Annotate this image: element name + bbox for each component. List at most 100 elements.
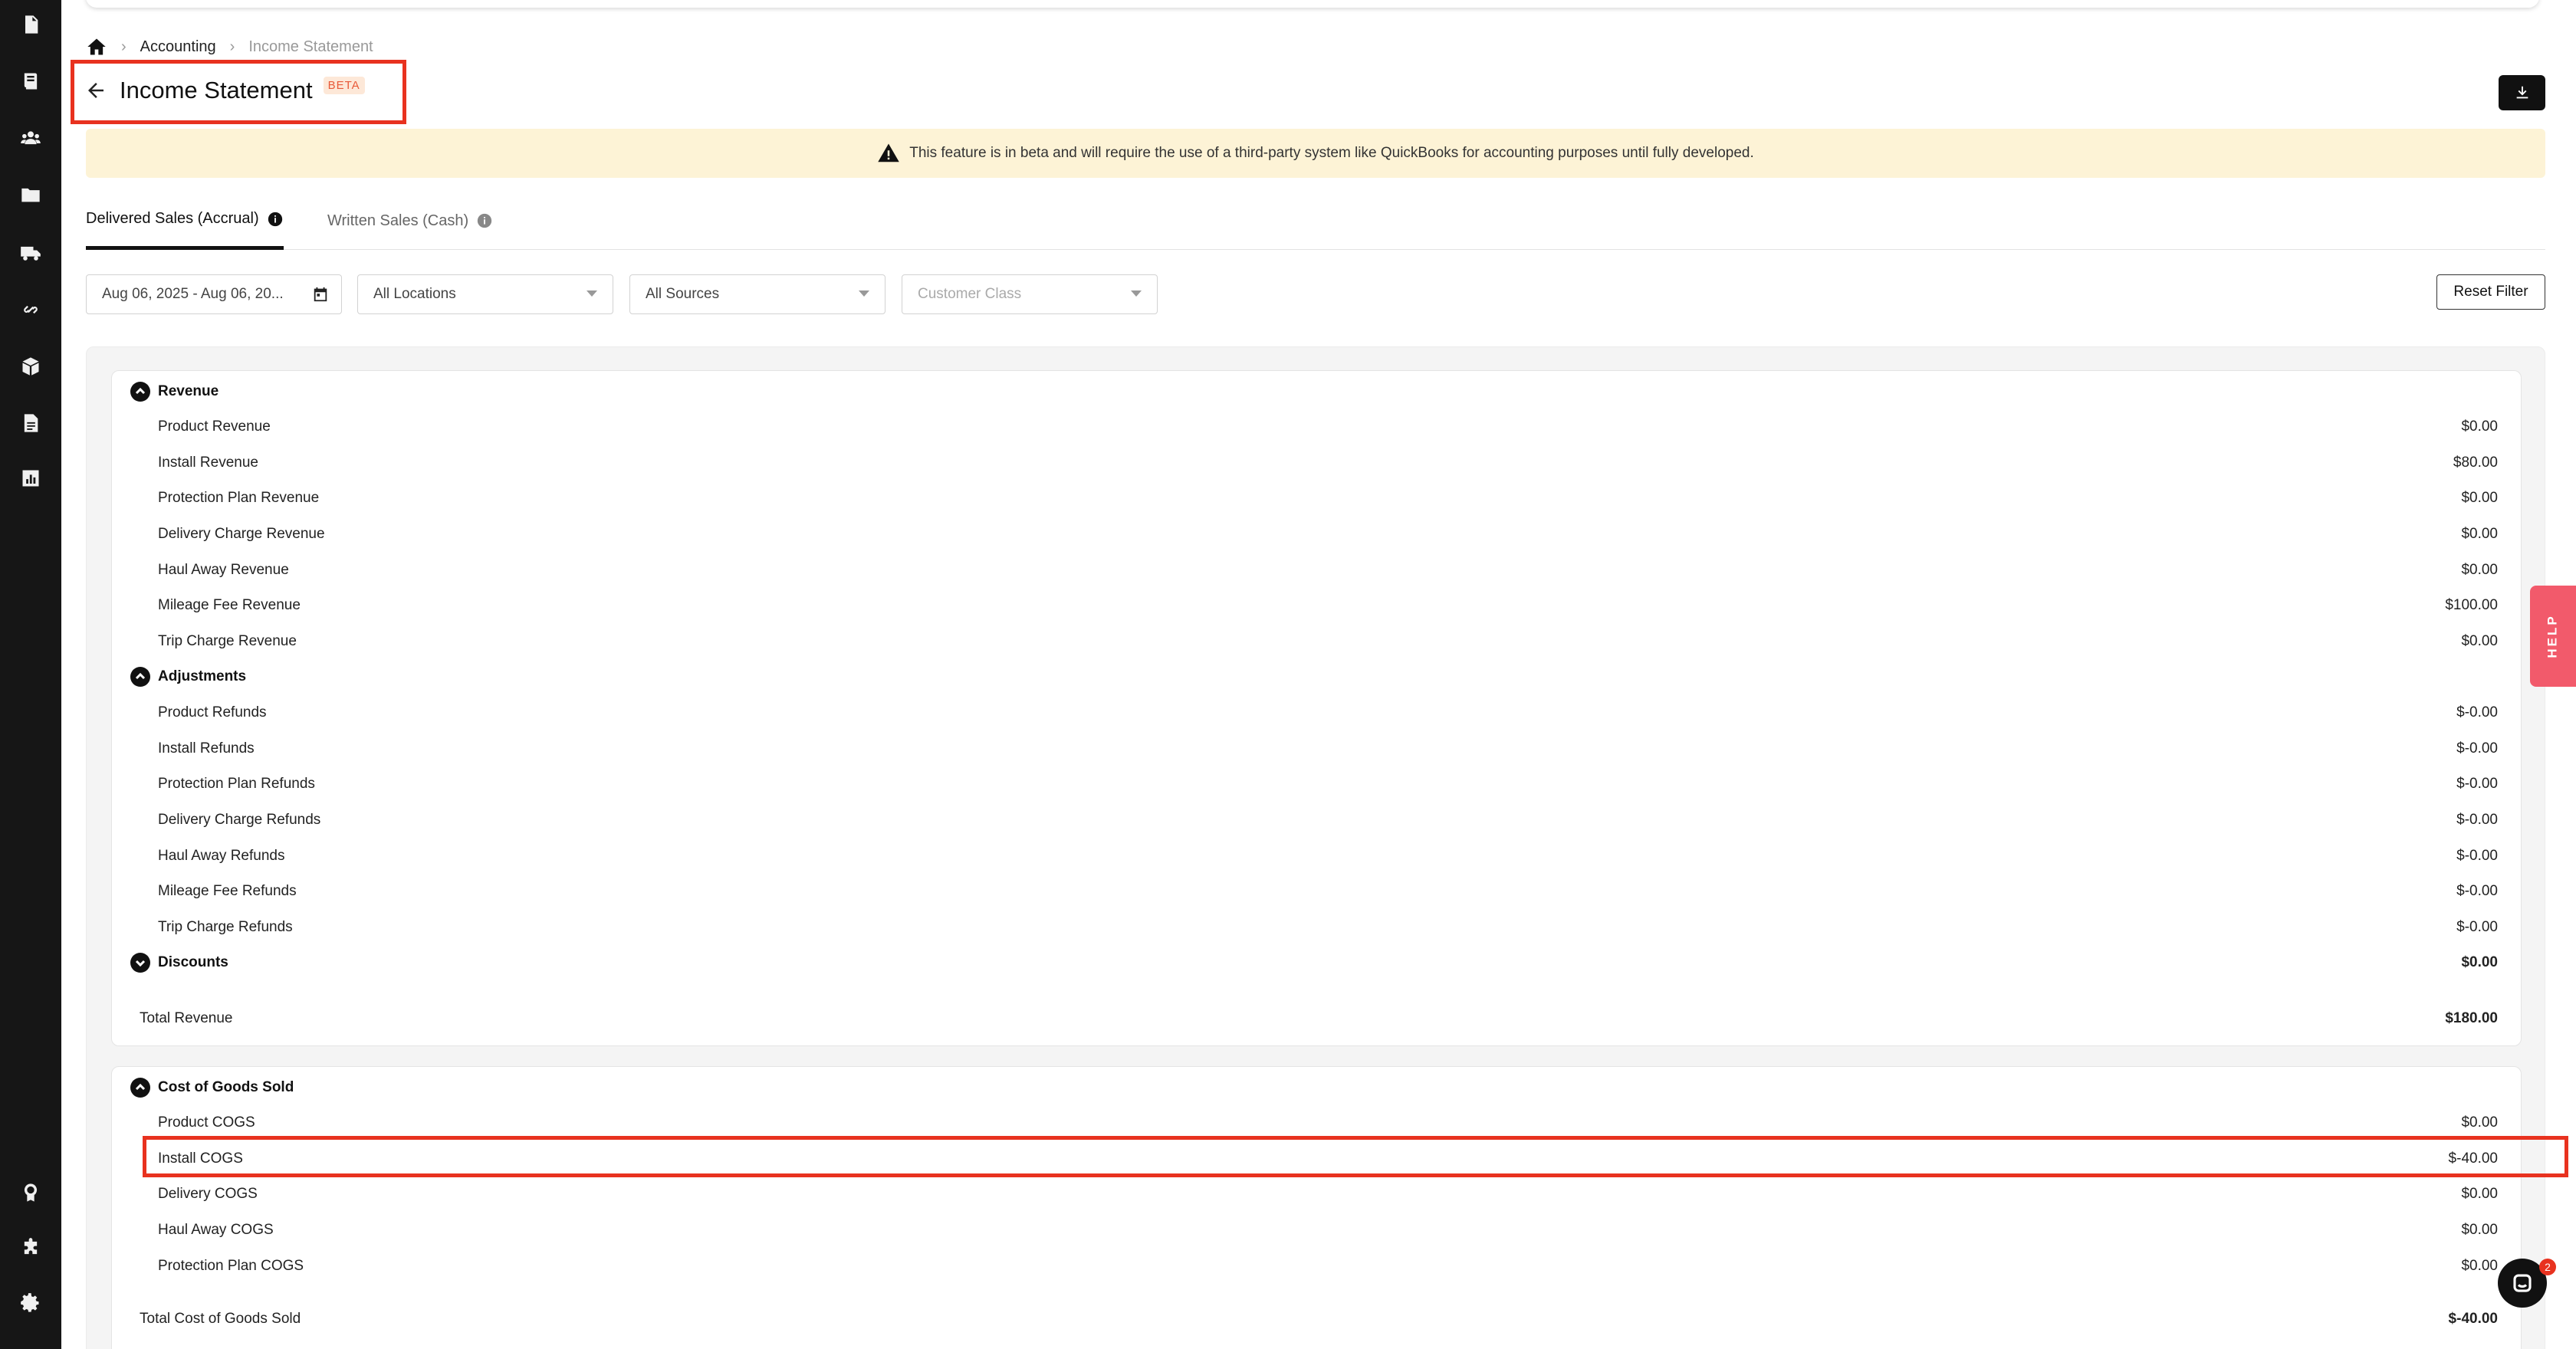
date-range-picker[interactable]: Aug 06, 2025 - Aug 06, 20... bbox=[86, 274, 342, 314]
tab-label: Delivered Sales (Accrual) bbox=[86, 210, 259, 227]
breadcrumb: › Accounting › Income Statement bbox=[86, 35, 373, 58]
highlight-box-install-cogs bbox=[143, 1136, 2568, 1177]
line-label: Delivery Charge Revenue bbox=[158, 526, 325, 542]
customer-class-select[interactable]: Customer Class bbox=[902, 274, 1158, 314]
award-icon[interactable] bbox=[18, 1180, 43, 1205]
line-value: $0.00 bbox=[2461, 490, 2498, 506]
line-label: Protection Plan Refunds bbox=[158, 776, 315, 792]
line-value: $0.00 bbox=[2461, 1222, 2498, 1238]
total-label: Total Cost of Goods Sold bbox=[140, 1311, 301, 1327]
collapse-chevron-icon[interactable] bbox=[130, 667, 150, 687]
folder-icon[interactable] bbox=[18, 182, 43, 207]
total-value: $180.00 bbox=[2445, 1010, 2498, 1026]
download-icon bbox=[2516, 86, 2528, 99]
line-item: Haul Away Refunds $-0.00 bbox=[112, 839, 2521, 874]
line-value: $80.00 bbox=[2453, 455, 2498, 471]
info-icon[interactable] bbox=[476, 212, 493, 229]
link-icon[interactable] bbox=[18, 297, 43, 322]
group-label: Adjustments bbox=[158, 668, 247, 684]
line-value: $0.00 bbox=[2461, 418, 2498, 435]
tab-bar: Delivered Sales (Accrual) Written Sales … bbox=[86, 198, 2545, 250]
chevron-down-icon bbox=[859, 290, 869, 297]
line-item: Product Refunds $-0.00 bbox=[112, 695, 2521, 730]
documents-icon[interactable] bbox=[18, 411, 43, 435]
collapse-chevron-icon[interactable] bbox=[130, 382, 150, 402]
catalog-icon[interactable] bbox=[18, 69, 43, 94]
breadcrumb-accounting[interactable]: Accounting bbox=[140, 38, 216, 56]
download-button[interactable] bbox=[2499, 75, 2545, 110]
highlight-box-title bbox=[71, 60, 406, 124]
line-label: Mileage Fee Refunds bbox=[158, 883, 297, 899]
date-range-value: Aug 06, 2025 - Aug 06, 20... bbox=[102, 286, 284, 302]
line-item: Mileage Fee Revenue $100.00 bbox=[112, 588, 2521, 623]
reset-filter-button[interactable]: Reset Filter bbox=[2436, 274, 2545, 310]
settings-gear-icon[interactable] bbox=[18, 1291, 43, 1315]
inventory-box-icon[interactable] bbox=[18, 354, 43, 379]
delivery-truck-icon[interactable] bbox=[18, 241, 43, 265]
chevron-right-icon: › bbox=[121, 38, 127, 55]
line-item: Haul Away Revenue $0.00 bbox=[112, 553, 2521, 588]
line-item: Delivery Charge Revenue $0.00 bbox=[112, 517, 2521, 552]
revenue-group-header[interactable]: Revenue bbox=[112, 374, 2521, 409]
discounts-group-header[interactable]: Discounts $0.00 bbox=[112, 945, 2521, 980]
beta-warning-banner: This feature is in beta and will require… bbox=[86, 129, 2545, 178]
line-item: Protection Plan Revenue $0.00 bbox=[112, 481, 2521, 516]
adjustments-group-header[interactable]: Adjustments bbox=[112, 659, 2521, 694]
banner-text: This feature is in beta and will require… bbox=[909, 145, 1754, 161]
home-icon[interactable] bbox=[86, 36, 107, 57]
line-item: Protection Plan Refunds $-0.00 bbox=[112, 766, 2521, 802]
line-item: Mileage Fee Refunds $-0.00 bbox=[112, 874, 2521, 909]
total-value: $-40.00 bbox=[2448, 1311, 2498, 1327]
collapse-chevron-icon[interactable] bbox=[130, 1078, 150, 1098]
line-item: Trip Charge Refunds $-0.00 bbox=[112, 910, 2521, 945]
sources-select[interactable]: All Sources bbox=[629, 274, 886, 314]
reports-chart-icon[interactable] bbox=[18, 466, 43, 491]
info-icon[interactable] bbox=[267, 211, 284, 228]
locations-select[interactable]: All Locations bbox=[357, 274, 613, 314]
group-label: Discounts bbox=[158, 954, 228, 970]
line-item: Product Revenue $0.00 bbox=[112, 409, 2521, 445]
chat-notification-badge: 2 bbox=[2539, 1259, 2556, 1275]
line-value: $-0.00 bbox=[2456, 919, 2498, 935]
line-label: Trip Charge Refunds bbox=[158, 919, 293, 935]
line-value: $-0.00 bbox=[2456, 740, 2498, 757]
line-item: Protection Plan COGS $0.00 bbox=[112, 1249, 2521, 1284]
line-value: $0.00 bbox=[2461, 1114, 2498, 1131]
chevron-down-icon bbox=[586, 290, 597, 297]
line-item: Delivery COGS $0.00 bbox=[112, 1177, 2521, 1212]
tab-delivered-sales[interactable]: Delivered Sales (Accrual) bbox=[86, 198, 284, 250]
group-label: Cost of Goods Sold bbox=[158, 1079, 294, 1095]
group-value: $0.00 bbox=[2461, 954, 2498, 970]
line-label: Install Revenue bbox=[158, 455, 258, 471]
customers-icon[interactable] bbox=[18, 126, 43, 150]
expand-chevron-icon[interactable] bbox=[130, 953, 150, 973]
line-value: $0.00 bbox=[2461, 1258, 2498, 1274]
line-value: $0.00 bbox=[2461, 562, 2498, 578]
line-label: Trip Charge Revenue bbox=[158, 633, 297, 649]
chat-icon bbox=[2513, 1274, 2532, 1292]
line-label: Product Revenue bbox=[158, 418, 271, 435]
total-cogs-row: Total Cost of Goods Sold $-40.00 bbox=[112, 1301, 2521, 1337]
tab-label: Written Sales (Cash) bbox=[327, 212, 469, 229]
line-label: Delivery Charge Refunds bbox=[158, 812, 321, 828]
line-label: Protection Plan Revenue bbox=[158, 490, 320, 506]
line-item: Trip Charge Revenue $0.00 bbox=[112, 624, 2521, 659]
total-label: Total Revenue bbox=[140, 1010, 233, 1026]
cogs-group-header[interactable]: Cost of Goods Sold bbox=[112, 1070, 2521, 1105]
puzzle-icon[interactable] bbox=[18, 1236, 43, 1260]
help-label: HELP bbox=[2545, 614, 2560, 658]
line-value: $-0.00 bbox=[2456, 776, 2498, 792]
cogs-card: Cost of Goods Sold Product COGS $0.00 Ins… bbox=[111, 1066, 2522, 1349]
line-label: Install Refunds bbox=[158, 740, 255, 757]
locations-value: All Locations bbox=[373, 286, 456, 302]
line-label: Haul Away Revenue bbox=[158, 562, 289, 578]
sidebar bbox=[0, 0, 61, 1349]
line-value: $-0.00 bbox=[2456, 812, 2498, 828]
help-tab[interactable]: HELP bbox=[2530, 586, 2576, 687]
tab-written-sales[interactable]: Written Sales (Cash) bbox=[327, 198, 493, 250]
sources-value: All Sources bbox=[646, 286, 720, 302]
warning-icon bbox=[878, 143, 899, 162]
line-item: Haul Away COGS $0.00 bbox=[112, 1213, 2521, 1248]
line-value: $0.00 bbox=[2461, 526, 2498, 542]
orders-icon[interactable] bbox=[18, 12, 43, 37]
